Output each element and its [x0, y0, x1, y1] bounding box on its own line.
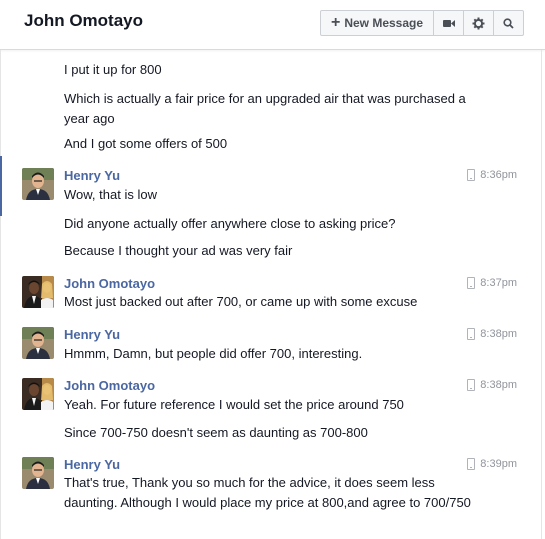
- message-text: Wow, that is low: [64, 187, 157, 202]
- scrollbar-track[interactable]: [541, 50, 542, 539]
- conversation-header: John Omotayo + New Message: [0, 0, 545, 50]
- message-text: Did anyone actually offer anywhere close…: [64, 216, 396, 231]
- search-button[interactable]: [493, 11, 523, 35]
- message-text: Which is actually a fair price for an up…: [64, 91, 466, 126]
- message-text: That's true, Thank you so much for the a…: [64, 475, 471, 510]
- sender-name[interactable]: John Omotayo: [64, 378, 155, 393]
- message-text: Yeah. For future reference I would set t…: [64, 397, 404, 412]
- timestamp-text: 8:37pm: [480, 277, 517, 289]
- henry-yu-avatar[interactable]: [22, 327, 54, 359]
- sender-name[interactable]: Henry Yu: [64, 457, 120, 472]
- message-timestamp: 8:38pm: [467, 328, 517, 340]
- message-text: Since 700-750 doesn't seem as daunting a…: [64, 425, 368, 440]
- john-omotayo-avatar[interactable]: [22, 378, 54, 410]
- message-text: And I got some offers of 500: [64, 136, 228, 151]
- message-text: I put it up for 800: [64, 62, 162, 77]
- plus-icon: +: [330, 14, 341, 31]
- timestamp-text: 8:38pm: [480, 379, 517, 391]
- message-text: Because I thought your ad was very fair: [64, 243, 293, 258]
- henry-yu-avatar[interactable]: [22, 457, 54, 489]
- search-icon: [503, 17, 514, 29]
- john-omotayo-avatar[interactable]: [22, 276, 54, 308]
- timestamp-text: 8:38pm: [480, 328, 517, 340]
- conversation-toolbar: + New Message: [320, 10, 524, 36]
- message-text: Hmmm, Damn, but people did offer 700, in…: [64, 346, 363, 361]
- new-message-label: New Message: [344, 16, 424, 30]
- mobile-phone-icon: [467, 328, 476, 340]
- settings-button[interactable]: [463, 11, 493, 35]
- sender-name[interactable]: Henry Yu: [64, 168, 120, 183]
- mobile-phone-icon: [467, 379, 476, 391]
- message-timestamp: 8:39pm: [467, 458, 517, 470]
- mobile-phone-icon: [467, 277, 476, 289]
- video-camera-icon: [442, 19, 455, 27]
- sender-name[interactable]: Henry Yu: [64, 327, 120, 342]
- message-timestamp: 8:38pm: [467, 379, 517, 391]
- timestamp-text: 8:39pm: [480, 458, 517, 470]
- henry-yu-avatar[interactable]: [22, 168, 54, 200]
- new-message-button[interactable]: + New Message: [321, 11, 433, 35]
- mobile-phone-icon: [467, 169, 476, 181]
- mobile-phone-icon: [467, 458, 476, 470]
- message-text: Most just backed out after 700, or came …: [64, 294, 418, 309]
- conversation-title: John Omotayo: [24, 11, 144, 30]
- message-timestamp: 8:36pm: [467, 169, 517, 181]
- video-call-button[interactable]: [433, 11, 463, 35]
- left-border: [0, 50, 1, 539]
- message-timestamp: 8:37pm: [467, 277, 517, 289]
- sender-name[interactable]: John Omotayo: [64, 276, 155, 291]
- gear-icon: [472, 17, 485, 29]
- timestamp-text: 8:36pm: [480, 169, 517, 181]
- active-thread-marker: [0, 156, 2, 216]
